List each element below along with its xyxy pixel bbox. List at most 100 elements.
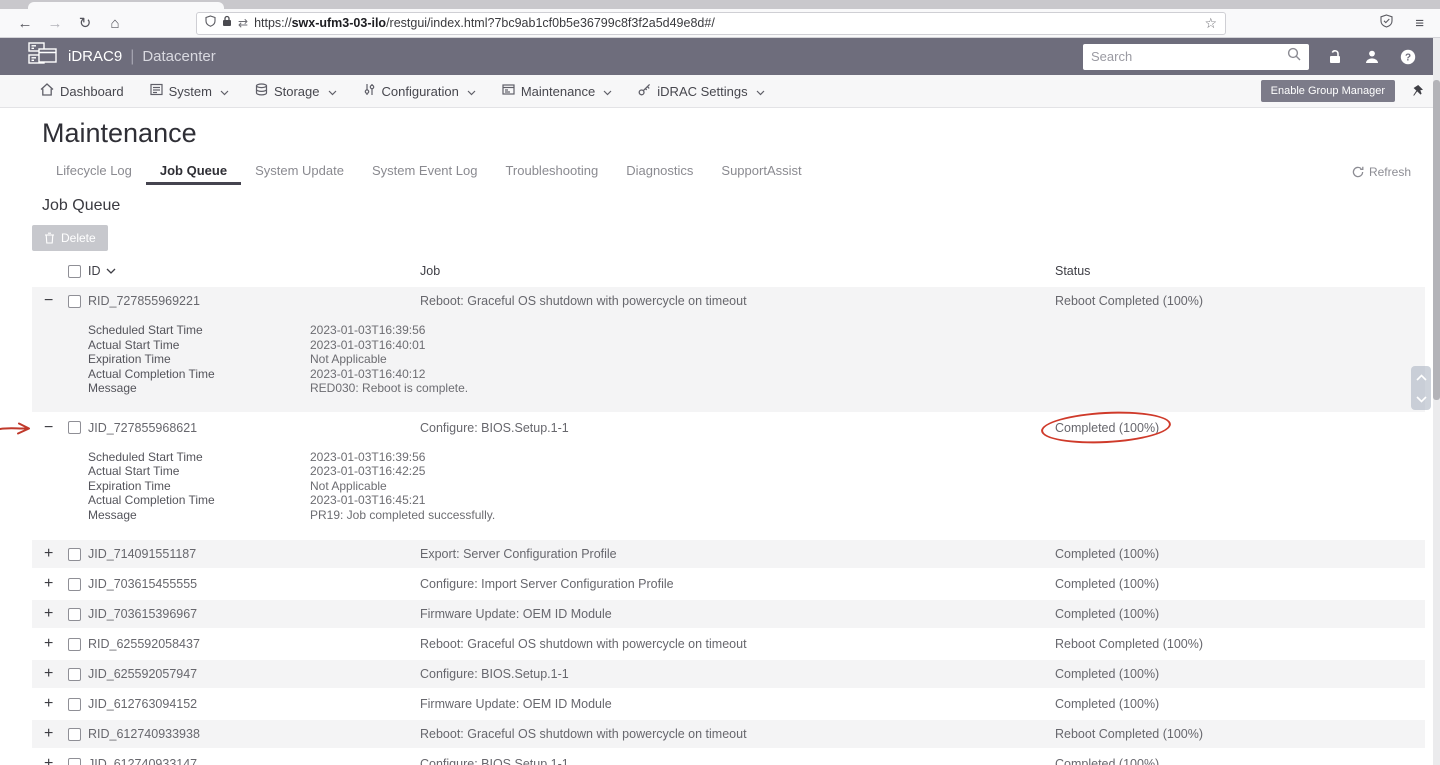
row-expander[interactable]: +	[44, 695, 53, 712]
scrollbar-thumb[interactable]	[1433, 80, 1440, 400]
user-icon[interactable]	[1364, 49, 1380, 65]
nav-label: Maintenance	[521, 84, 595, 99]
row-expander[interactable]: +	[44, 755, 53, 765]
nav-idrac-settings[interactable]: iDRAC Settings	[638, 83, 764, 99]
help-icon[interactable]: ?	[1400, 49, 1416, 65]
nav-label: Configuration	[382, 84, 459, 99]
delete-button[interactable]: Delete	[32, 225, 108, 251]
job-name: Reboot: Graceful OS shutdown with powerc…	[420, 727, 1055, 741]
nav-configuration[interactable]: Configuration	[363, 83, 476, 99]
tab-supportassist[interactable]: SupportAssist	[707, 159, 815, 185]
row-expander[interactable]: −	[44, 292, 53, 309]
row-expander[interactable]: +	[44, 725, 53, 742]
tab-diagnostics[interactable]: Diagnostics	[612, 159, 707, 185]
nav-system[interactable]: System	[150, 83, 229, 99]
detail-label: Scheduled Start Time	[88, 450, 310, 465]
tab-lifecycle-log[interactable]: Lifecycle Log	[42, 159, 146, 185]
search-icon[interactable]	[1287, 47, 1301, 66]
row-checkbox[interactable]	[68, 638, 81, 651]
row-expander[interactable]: +	[44, 665, 53, 682]
enable-group-manager-button[interactable]: Enable Group Manager	[1261, 80, 1395, 102]
nav-dashboard[interactable]: Dashboard	[40, 83, 124, 99]
job-status: Reboot Completed (100%)	[1055, 637, 1425, 651]
lock-icon[interactable]	[222, 14, 232, 32]
detail-label: Expiration Time	[88, 352, 310, 367]
job-status: Completed (100%)	[1055, 697, 1425, 711]
select-all-checkbox[interactable]	[68, 265, 81, 278]
job-status: Completed (100%)	[1055, 547, 1425, 561]
row-checkbox[interactable]	[68, 548, 81, 561]
table-row: + RID_612740933938 Reboot: Graceful OS s…	[32, 720, 1425, 748]
table-row: + JID_612740933147 Configure: BIOS.Setup…	[32, 750, 1425, 765]
detail-value: PR19: Job completed successfully.	[310, 508, 495, 523]
page-scrollbar[interactable]	[1433, 38, 1440, 765]
row-expander[interactable]: +	[44, 635, 53, 652]
tab-job-queue[interactable]: Job Queue	[146, 159, 241, 185]
job-rows: − RID_727855969221 Reboot: Graceful OS s…	[32, 287, 1425, 765]
job-id: JID_612740933147	[88, 757, 420, 765]
job-name: Configure: BIOS.Setup.1-1	[420, 757, 1055, 765]
home-button[interactable]: ⌂	[100, 15, 130, 32]
row-expander[interactable]: +	[44, 605, 53, 622]
brand-model: Datacenter	[142, 48, 215, 65]
row-checkbox[interactable]	[68, 295, 81, 308]
search-box[interactable]	[1083, 44, 1309, 70]
job-status: Completed (100%)	[1055, 577, 1425, 591]
table-row: + RID_625592058437 Reboot: Graceful OS s…	[32, 630, 1425, 658]
reload-button[interactable]: ↻	[70, 14, 100, 32]
back-button[interactable]: ←	[10, 15, 40, 32]
row-checkbox[interactable]	[68, 578, 81, 591]
job-status: Reboot Completed (100%)	[1055, 727, 1425, 741]
pin-icon[interactable]	[1411, 84, 1424, 98]
row-details: Scheduled Start Time2023-01-03T16:39:56A…	[32, 315, 1425, 412]
row-expander[interactable]: +	[44, 575, 53, 592]
permissions-shield-icon[interactable]	[205, 14, 216, 32]
row-expander[interactable]: +	[44, 545, 53, 562]
url-bar[interactable]: ⇄ https://swx-ufm3-03-ilo/restgui/index.…	[196, 12, 1226, 35]
sort-caret-icon[interactable]	[106, 268, 116, 275]
bookmark-star-icon[interactable]: ☆	[1204, 15, 1217, 32]
scroll-up-button[interactable]	[1416, 374, 1427, 381]
brand-separator: |	[130, 48, 134, 66]
menu-icon[interactable]: ≡	[1415, 15, 1424, 32]
row-details: Scheduled Start Time2023-01-03T16:39:56A…	[32, 442, 1425, 539]
row-expander[interactable]: −	[44, 419, 53, 436]
chevron-down-icon	[220, 84, 229, 99]
refresh-button[interactable]: Refresh	[1352, 165, 1411, 185]
refresh-label: Refresh	[1369, 165, 1411, 179]
key-icon	[638, 83, 651, 99]
row-checkbox[interactable]	[68, 758, 81, 765]
scroll-down-button[interactable]	[1416, 396, 1427, 403]
sliders-icon	[363, 83, 376, 99]
job-name: Reboot: Graceful OS shutdown with powerc…	[420, 637, 1055, 651]
tab-troubleshooting[interactable]: Troubleshooting	[491, 159, 612, 185]
protection-shield-icon[interactable]	[1380, 14, 1393, 33]
tab-system-event-log[interactable]: System Event Log	[358, 159, 492, 185]
row-checkbox[interactable]	[68, 608, 81, 621]
job-id: JID_612763094152	[88, 697, 420, 711]
nav-maintenance[interactable]: Maintenance	[502, 83, 612, 99]
column-status: Status	[1055, 264, 1425, 278]
nav-storage[interactable]: Storage	[255, 83, 337, 99]
search-input[interactable]	[1091, 49, 1287, 64]
https-switch-icon[interactable]: ⇄	[238, 16, 248, 30]
refresh-icon	[1352, 166, 1364, 178]
detail-label: Actual Completion Time	[88, 367, 310, 382]
job-name: Firmware Update: OEM ID Module	[420, 607, 1055, 621]
nav-label: System	[169, 84, 212, 99]
browser-tab[interactable]	[28, 2, 224, 9]
home-icon	[40, 83, 54, 99]
row-checkbox[interactable]	[68, 698, 81, 711]
annotation-circle	[1040, 408, 1171, 446]
row-checkbox[interactable]	[68, 668, 81, 681]
detail-label: Message	[88, 508, 310, 523]
column-id[interactable]: ID	[88, 264, 101, 278]
row-checkbox[interactable]	[68, 728, 81, 741]
row-checkbox[interactable]	[68, 421, 81, 434]
job-id: JID_714091551187	[88, 547, 420, 561]
forward-button[interactable]: →	[40, 15, 70, 32]
unlock-icon[interactable]	[1327, 49, 1344, 65]
detail-value: RED030: Reboot is complete.	[310, 381, 468, 396]
tab-system-update[interactable]: System Update	[241, 159, 358, 185]
job-status: Completed (100%)	[1055, 667, 1425, 681]
